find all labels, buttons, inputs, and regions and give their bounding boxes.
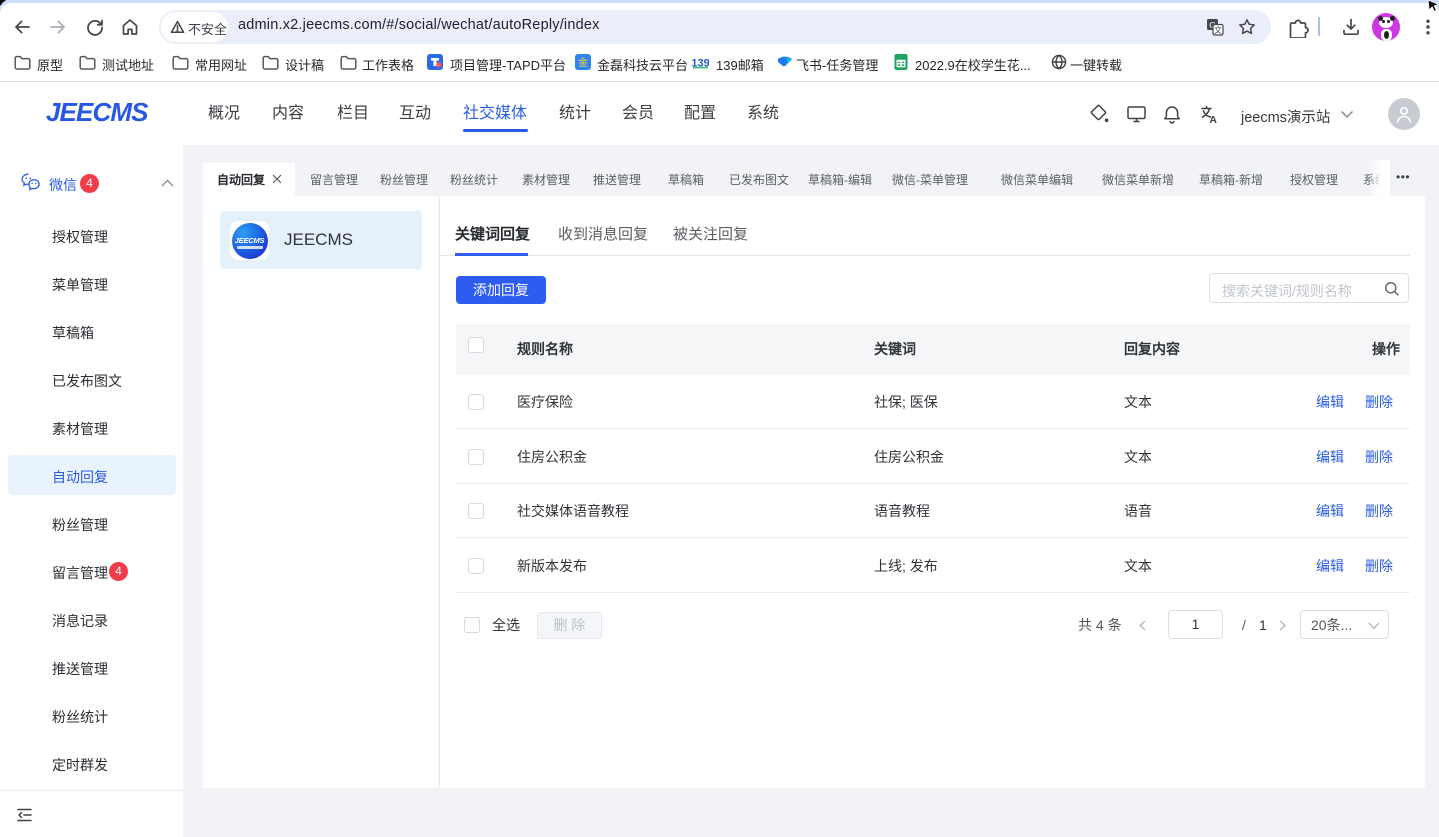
svg-text:金: 金 xyxy=(578,56,588,69)
svg-text:A: A xyxy=(1209,114,1217,125)
svg-text:文: 文 xyxy=(1214,25,1222,35)
